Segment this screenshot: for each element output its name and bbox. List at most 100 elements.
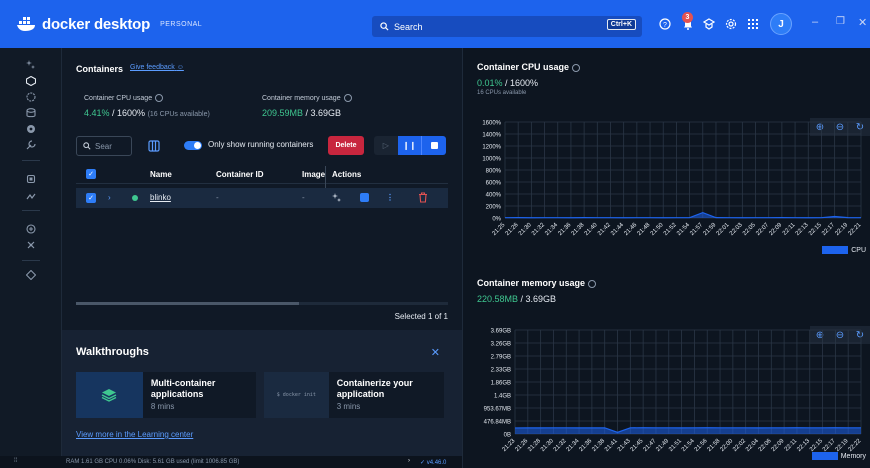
walkthroughs-section: Walkthroughs ✕ Multi-container applicati… [62,330,462,468]
info-icon[interactable] [155,94,164,102]
y-tick-label: 0% [492,217,501,223]
mcp-icon [26,224,36,234]
sidebar-item-kubernetes[interactable] [24,122,38,136]
series-line [504,211,862,219]
close-icon[interactable]: ✕ [858,16,867,29]
search-icon [380,22,389,31]
page-title: Containers [76,64,124,74]
sidebar-item-volumes[interactable] [24,106,38,120]
column-container-id[interactable]: Container ID [216,170,264,179]
delete-button[interactable]: Delete [328,136,364,155]
y-tick-label: 2.79GB [491,355,511,361]
x-tick-label: 22:01 [716,222,731,237]
horizontal-scrollbar[interactable] [76,302,448,305]
x-tick-label: 21:47 [643,438,658,453]
walkthrough-card-multi-container[interactable]: Multi-container applications 8 mins [76,372,256,418]
sidebar-item-containers[interactable] [24,74,38,88]
terminal-chevron-icon[interactable]: › [408,458,410,464]
x-tick-label: 21:42 [597,222,612,237]
sidebar [0,48,62,468]
walkthrough-card-containerize[interactable]: $ docker init Containerize your applicat… [264,372,444,418]
x-tick-label: 21:34 [544,222,559,237]
x-tick-label: 21:59 [703,222,718,237]
row-checkbox[interactable]: ✓ [86,193,96,203]
y-tick-label: 1600% [482,121,501,127]
learning-center-link[interactable]: View more in the Learning center [76,430,193,439]
status-bar: ⁞⁞ RAM 1.61 GB CPU 0.06% Disk: 5.61 GB u… [0,456,462,468]
version-label[interactable]: ✓ v4.46.0 [420,459,446,466]
expand-chevron-icon[interactable]: › [108,193,111,202]
x-tick-label: 22:00 [719,438,734,453]
card-title: Containerize your application [336,378,413,399]
sidebar-item-gordon[interactable] [24,58,38,72]
y-tick-label: 2.33GB [491,368,511,374]
x-tick-label: 21:23 [502,438,517,453]
title-bar: docker desktop PERSONAL Search Ctrl+K ? … [0,0,870,48]
only-running-label: Only show running containers [208,140,314,149]
y-tick-label: 953.67MB [484,407,511,413]
grid-icon[interactable] [744,15,762,33]
more-actions-icon[interactable]: ⋮ [386,193,394,202]
sidebar-item-builds[interactable] [24,138,38,152]
info-icon[interactable] [572,63,581,72]
minimize-icon[interactable]: – [812,16,818,28]
columns-icon[interactable] [148,140,160,155]
info-icon[interactable] [343,94,352,102]
maximize-icon[interactable]: ❐ [836,16,845,27]
container-name[interactable]: blinko [150,193,171,202]
engine-icon[interactable]: ⁞⁞ [14,458,17,464]
sidebar-divider [22,260,40,261]
images-icon [26,92,36,102]
x-tick-label: 21:32 [531,222,546,237]
y-tick-label: 200% [486,205,502,211]
sidebar-item-hub[interactable] [24,238,38,252]
series-area [515,427,861,434]
help-icon[interactable]: ? [656,15,674,33]
avatar[interactable]: J [770,13,792,35]
ask-gordon-icon[interactable] [332,193,342,205]
extensions-icon[interactable] [700,15,718,33]
sidebar-item-mcp[interactable] [24,222,38,236]
y-tick-label: 800% [486,169,502,175]
x-tick-label: 21:38 [591,438,606,453]
sparkle-icon [26,60,35,69]
x-tick-label: 22:22 [848,438,863,453]
sidebar-item-extensions[interactable] [24,268,38,282]
x-tick-label: 22:09 [768,222,783,237]
sidebar-item-scout[interactable] [24,172,38,186]
global-search[interactable]: Search Ctrl+K [372,16,642,37]
x-tick-label: 22:03 [729,222,744,237]
card-title: Multi-container applications [150,378,216,399]
sidebar-divider [22,160,40,161]
start-button[interactable]: ▷ [374,136,398,155]
only-running-toggle[interactable] [184,141,202,150]
sidebar-divider [22,210,40,211]
cpu-usage-label: Container CPU usage [84,94,164,102]
stop-container-icon[interactable] [360,193,369,202]
legend-swatch [811,452,838,460]
column-name[interactable]: Name [150,170,172,179]
stop-button[interactable] [421,136,446,155]
x-tick-label: 21:46 [623,222,638,237]
sidebar-item-images[interactable] [24,90,38,104]
x-tick-label: 21:36 [557,222,572,237]
container-search-input[interactable]: Sear [76,136,132,156]
x-tick-label: 22:13 [796,438,811,453]
gear-icon[interactable] [722,15,740,33]
docker-logo[interactable]: docker desktop PERSONAL [16,16,202,33]
give-feedback-link[interactable]: Give feedback ☺ [130,64,184,71]
column-image[interactable]: Image [302,170,325,179]
card-duration: 8 mins [150,402,175,411]
memory-chart-title-text: Container memory usage [477,278,586,288]
info-icon[interactable] [588,279,597,288]
trash-icon[interactable] [418,192,428,205]
sidebar-item-models[interactable] [24,190,38,204]
scrollbar-thumb[interactable] [76,302,300,305]
table-row[interactable]: ✓ › blinko - - ⋮ [76,188,448,208]
x-tick-label: 21:30 [540,438,555,453]
y-tick-label: 476.84MB [484,420,511,426]
select-all-checkbox[interactable]: ✓ [86,169,96,179]
x-tick-label: 21:51 [668,438,683,453]
pause-button[interactable]: ❙❙ [397,136,422,155]
close-icon[interactable]: ✕ [431,346,440,359]
